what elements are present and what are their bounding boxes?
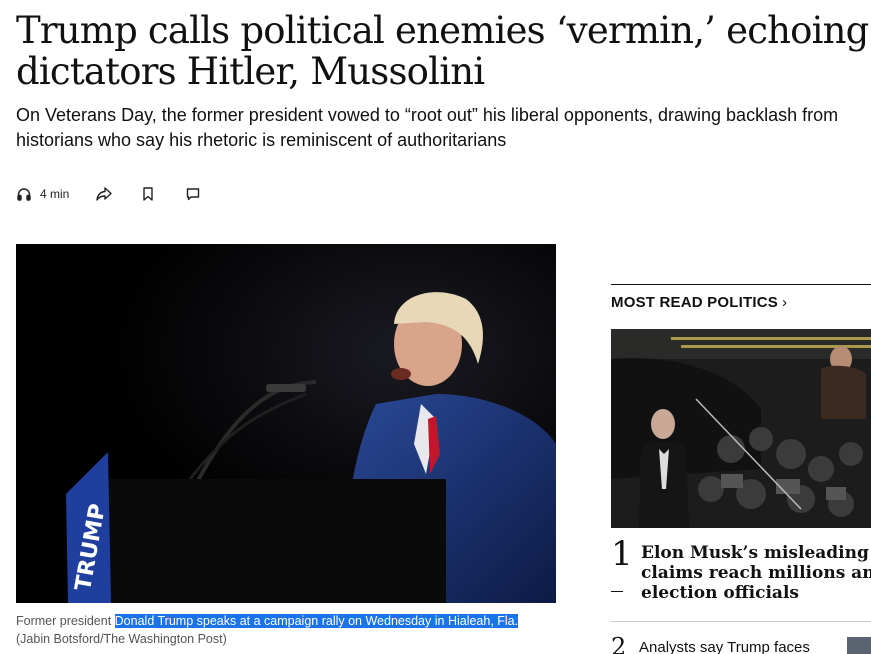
- caption-highlighted-text: Donald Trump speaks at a campaign rally …: [114, 614, 519, 628]
- hero-photo: TRUMP: [16, 244, 556, 603]
- comments-button[interactable]: [185, 186, 201, 202]
- headphones-icon: [16, 186, 32, 202]
- story-divider: [611, 591, 623, 592]
- bookmark-icon: [141, 186, 155, 202]
- most-read-photo[interactable]: [611, 329, 871, 528]
- story-title-line-1: Elon Musk’s misleading elec: [641, 543, 871, 563]
- most-read-title-text: MOST READ POLITICS: [611, 294, 778, 311]
- most-read-rail: MOST READ POLITICS › 1 Elon Musk’s misle…: [611, 284, 871, 654]
- caption-credit: (Jabin Botsford/The Washington Post): [16, 632, 227, 646]
- story-number: 2: [611, 633, 627, 654]
- dek-line-1: On Veterans Day, the former president vo…: [16, 105, 839, 125]
- comment-icon: [185, 186, 201, 202]
- article-headline: Trump calls political enemies ‘vermin,’ …: [16, 10, 871, 92]
- article-dek: On Veterans Day, the former president vo…: [16, 103, 871, 153]
- dek-line-2: historians who say his rhetoric is remin…: [16, 130, 507, 150]
- save-button[interactable]: [141, 186, 155, 202]
- headline-line-2: dictators Hitler, Mussolini: [16, 50, 485, 93]
- share-button[interactable]: [95, 186, 113, 202]
- story-title-link[interactable]: Analysts say Trump faces: [639, 639, 810, 654]
- caption-prefix: Former president: [16, 614, 115, 628]
- story-number: 1: [611, 534, 633, 574]
- headline-line-1: Trump calls political enemies ‘vermin,’ …: [16, 9, 869, 52]
- story-title-line-3: election officials: [641, 583, 799, 603]
- story-thumbnail[interactable]: [847, 637, 871, 654]
- photo-caption: Former president Donald Trump speaks at …: [16, 612, 576, 648]
- story-title-line-2: claims reach millions and a: [641, 563, 871, 583]
- listen-button[interactable]: 4 min: [16, 186, 69, 202]
- most-read-title[interactable]: MOST READ POLITICS ›: [611, 294, 787, 311]
- listen-time: 4 min: [40, 187, 70, 201]
- share-icon: [95, 186, 113, 202]
- article-toolbar: 4 min: [16, 183, 201, 205]
- story-separator: [611, 621, 871, 622]
- chevron-right-icon: ›: [781, 294, 788, 311]
- story-title-link[interactable]: Elon Musk’s misleading elec claims reach…: [641, 543, 871, 603]
